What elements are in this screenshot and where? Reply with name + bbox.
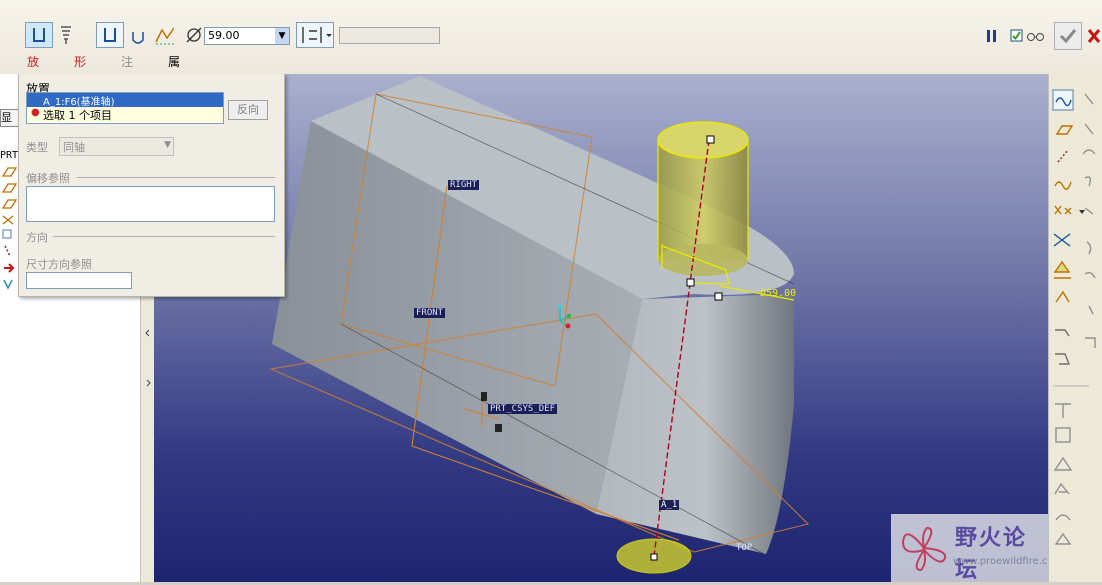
datum-top-label[interactable]: TOP (734, 543, 754, 553)
offset-refs-collector[interactable] (26, 186, 275, 222)
reverse-button-label: 反向 (237, 103, 259, 116)
tab-notes[interactable]: 注释 (121, 52, 133, 89)
sketch-hole-icon[interactable] (154, 25, 174, 45)
csys-label[interactable]: PRT_CSYS_DEF (488, 404, 558, 414)
direction-divider (53, 236, 275, 237)
refs-row2-text: 选取 1 个项目 (43, 109, 112, 122)
extrude-solid-button[interactable] (25, 22, 53, 48)
watermark-url: www.proewildfire.cn (953, 556, 1048, 567)
placement-panel: 放置 A_1:F6(基准轴) ● 选取 1 个项目 反向 类型 同轴 ▼ 偏移参… (18, 74, 285, 297)
datum-front-label[interactable]: FRONT (414, 308, 446, 318)
reverse-button[interactable]: 反向 (228, 100, 268, 120)
glasses-icon[interactable] (1026, 26, 1046, 46)
diameter-dimension-label[interactable]: Ø59.00 (760, 288, 796, 299)
diameter-combobox[interactable]: 59.00 ▼ (204, 27, 290, 45)
offset-refs-label: 偏移参照 (26, 172, 70, 185)
diameter-value[interactable]: 59.00 (208, 29, 240, 42)
feature-dashboard: 59.00 ▼ 放置 形状 注释 属性 (0, 0, 1102, 89)
type-value: 同轴 (63, 141, 85, 154)
axis-a1-label[interactable]: A_1 (659, 500, 680, 510)
watermark-brand: 野火论坛 (955, 526, 1028, 582)
offset-refs-divider (77, 177, 275, 178)
refs-row1-text: A_1:F6(基准轴) (43, 97, 115, 108)
cancel-button[interactable] (1086, 24, 1102, 48)
show-tab[interactable]: 显示 (0, 109, 20, 127)
simple-hole-button[interactable] (96, 22, 124, 48)
ok-button[interactable] (1054, 22, 1082, 50)
direction-label: 方向 (26, 231, 48, 244)
placement-refs-collector[interactable]: A_1:F6(基准轴) ● 选取 1 个项目 (26, 92, 224, 124)
datum-tool-icons (1052, 89, 1096, 545)
tree-feature-icons (1, 167, 18, 290)
type-select[interactable]: 同轴 ▼ (59, 137, 174, 156)
diameter-icon (184, 25, 204, 45)
datum-right-label[interactable]: RIGHT (448, 180, 480, 190)
depth-value-field[interactable] (339, 27, 440, 44)
preview-checkbox[interactable] (1007, 26, 1027, 46)
depth-option-button[interactable] (296, 22, 334, 48)
standard-hole-icon[interactable] (128, 27, 148, 47)
watermark: 野火论坛 www.proewildfire.cn (891, 514, 1048, 582)
butterfly-logo-icon (901, 526, 947, 572)
chevron-down-icon[interactable]: ▼ (164, 140, 171, 150)
refs-row-selected[interactable]: A_1:F6(基准轴) (27, 93, 223, 108)
dim-dir-ref-label: 尺寸方向参照 (26, 258, 92, 271)
dropdown-arrow-icon (1079, 210, 1085, 214)
model-geometry (269, 76, 810, 574)
datum-toolbar (1048, 74, 1102, 582)
dim-dir-ref-collector[interactable] (26, 272, 132, 289)
tab-shape[interactable]: 形状 (74, 52, 86, 89)
graphics-viewport[interactable]: RIGHT FRONT TOP PRT_CSYS_DEF A_1 Ø59.00 … (154, 74, 1048, 582)
refs-row-select[interactable]: ● 选取 1 个项目 (27, 107, 223, 122)
type-label: 类型 (26, 141, 48, 154)
tree-root-label[interactable]: PRT (0, 150, 18, 161)
drill-icon[interactable] (56, 25, 76, 45)
bullet-icon: ● (31, 107, 40, 118)
tab-properties[interactable]: 属性 (168, 52, 180, 89)
pause-icon[interactable] (982, 26, 1002, 46)
tab-placement[interactable]: 放置 (27, 52, 39, 89)
show-tab-label: 显示 (1, 111, 12, 124)
chevron-down-icon[interactable]: ▼ (275, 28, 289, 44)
